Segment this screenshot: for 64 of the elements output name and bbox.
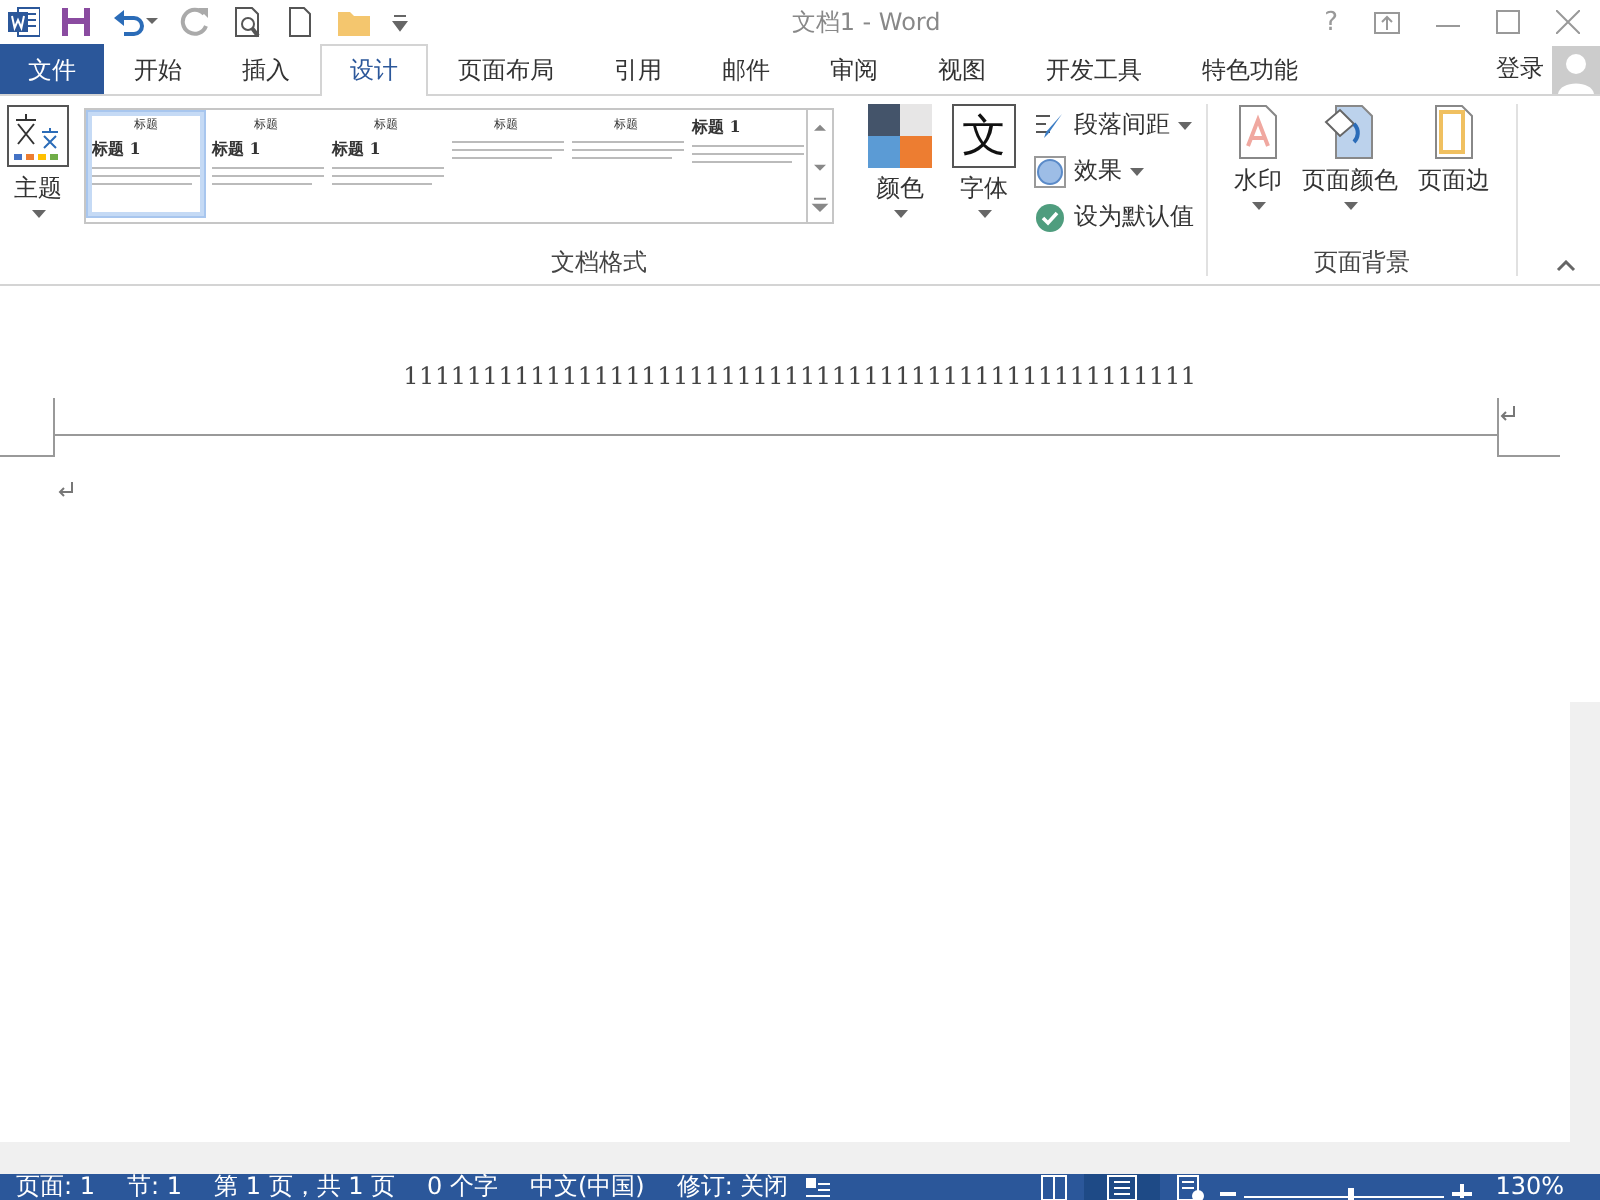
- maximize-icon[interactable]: [1496, 10, 1520, 34]
- font-icon: 文: [952, 104, 1016, 168]
- customize-toolbar-icon[interactable]: [392, 12, 408, 32]
- ribbon-tab[interactable]: 视图: [908, 44, 1016, 94]
- zoom-in-icon[interactable]: [1451, 1178, 1472, 1198]
- ribbon-tab[interactable]: 开发工具: [1016, 44, 1172, 94]
- ribbon-tab[interactable]: 特色功能: [1172, 44, 1328, 94]
- status-item[interactable]: 修订: 关闭: [660, 1174, 805, 1200]
- caret-icon: [977, 210, 991, 218]
- ribbon-tab[interactable]: 开始: [104, 44, 212, 94]
- ribbon-button[interactable]: 页面颜色: [1296, 96, 1404, 246]
- page-color-icon: [1322, 104, 1378, 160]
- word-logo-icon[interactable]: [8, 6, 40, 38]
- ribbon-tab[interactable]: 引用: [584, 44, 692, 94]
- caret-icon: [1343, 202, 1357, 210]
- macro-icon[interactable]: [804, 1174, 833, 1200]
- ribbon-tab[interactable]: 邮件: [692, 44, 800, 94]
- ribbon-tab[interactable]: 设计: [320, 44, 428, 96]
- window-title: 文档1 - Word: [789, 5, 943, 39]
- colors-button[interactable]: 颜色: [862, 96, 938, 246]
- ribbon-button[interactable]: 效果: [1030, 150, 1198, 192]
- ribbon-display-icon[interactable]: [1374, 11, 1400, 33]
- group-label: 页面背景: [1312, 246, 1412, 280]
- group-label: 文档格式: [549, 246, 649, 280]
- ribbon-button[interactable]: 页面边: [1412, 96, 1496, 246]
- ribbon-tab[interactable]: 插入: [212, 44, 320, 94]
- ribbon-button[interactable]: 水印: [1228, 96, 1288, 246]
- color-palette-icon: [868, 104, 932, 168]
- caret-icon: [893, 210, 907, 218]
- zoom-level[interactable]: 130%: [1479, 1174, 1580, 1200]
- new-document-icon[interactable]: [284, 6, 316, 38]
- file-tab[interactable]: 文件: [0, 44, 104, 94]
- paragraph-mark-icon: [1500, 406, 1516, 422]
- ribbon-tab[interactable]: 审阅: [800, 44, 908, 94]
- print-layout-icon[interactable]: [1083, 1174, 1160, 1200]
- caret-icon: [1178, 121, 1192, 129]
- collapse-ribbon-icon[interactable]: [1556, 260, 1576, 272]
- close-icon[interactable]: [1556, 10, 1580, 34]
- caret-icon: [31, 210, 45, 218]
- status-item[interactable]: 0 个字: [411, 1174, 514, 1200]
- page-border-icon: [1430, 104, 1478, 160]
- status-item[interactable]: 第 1 页，共 1 页: [198, 1174, 412, 1200]
- caret-icon: [1251, 202, 1265, 210]
- checkmark-icon: [1034, 201, 1066, 233]
- theme-icon: [6, 104, 70, 168]
- sign-in-link[interactable]: 登录: [1496, 52, 1544, 86]
- status-item[interactable]: 页面: 1: [0, 1174, 111, 1200]
- watermark-icon: [1234, 104, 1282, 160]
- header-text: 11111111111111111111111111111111111111111111111111: [401, 362, 1199, 390]
- status-item[interactable]: 节: 1: [111, 1174, 198, 1200]
- undo-icon[interactable]: [112, 6, 160, 38]
- theme-button[interactable]: 主题: [0, 96, 76, 246]
- ribbon-tab[interactable]: 页面布局: [428, 44, 584, 94]
- zoom-slider-thumb[interactable]: [1347, 1187, 1354, 1200]
- ribbon-button[interactable]: 段落间距: [1030, 104, 1198, 146]
- print-preview-icon[interactable]: [232, 6, 264, 38]
- paragraph-spacing-icon: [1034, 109, 1066, 141]
- fonts-button[interactable]: 文 字体: [946, 96, 1022, 246]
- caret-icon: [1130, 167, 1144, 175]
- status-item[interactable]: 中文(中国): [513, 1174, 661, 1200]
- paragraph-mark-icon: [58, 482, 74, 498]
- save-icon[interactable]: [60, 6, 92, 38]
- ribbon-button[interactable]: 设为默认值: [1030, 196, 1198, 238]
- circle-icon: [1034, 155, 1066, 187]
